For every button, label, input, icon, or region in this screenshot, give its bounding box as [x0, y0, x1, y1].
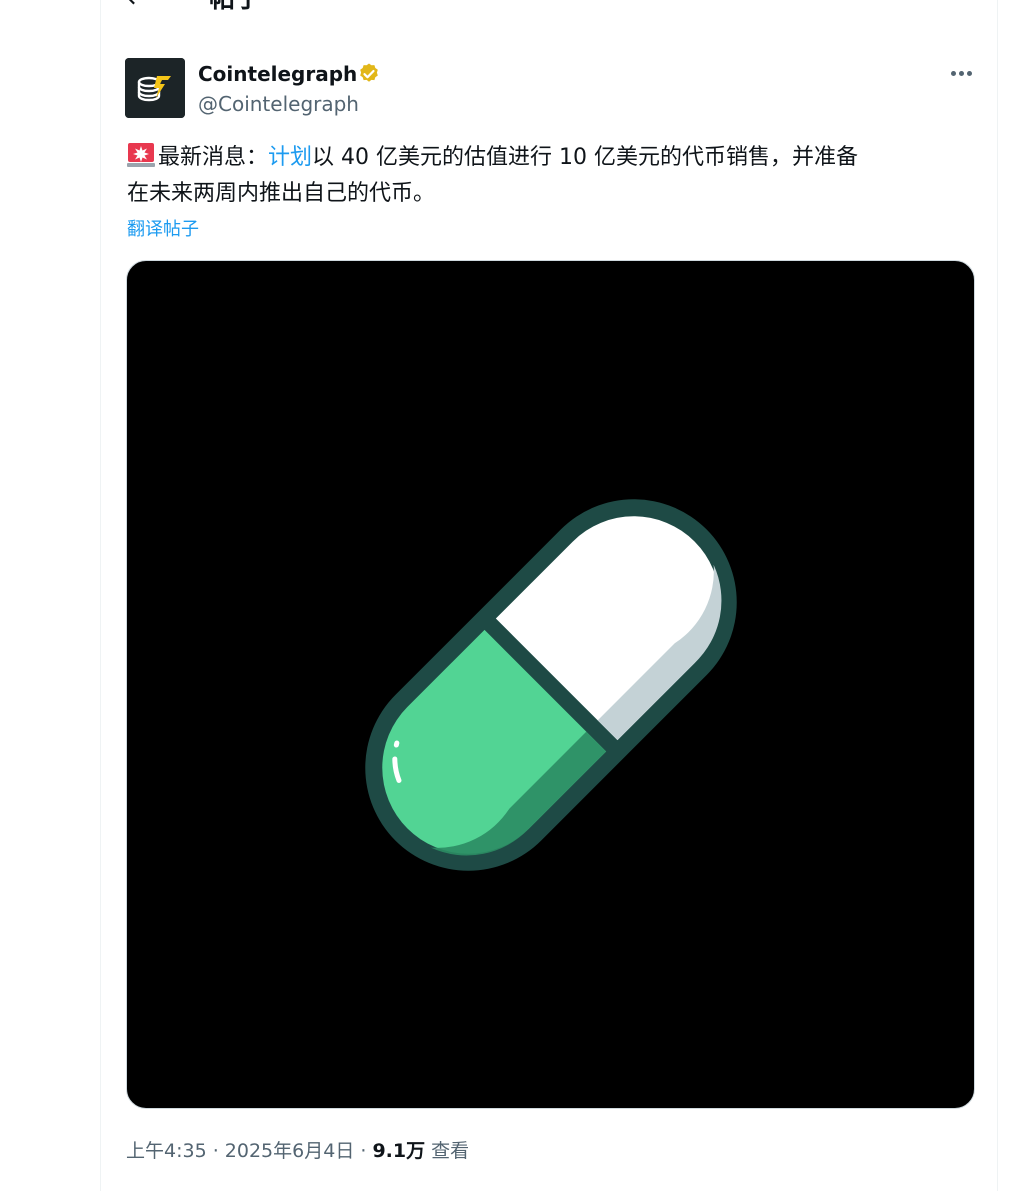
back-arrow-icon[interactable]: ←	[127, 0, 149, 12]
author-handle[interactable]: @Cointelegraph	[198, 90, 359, 118]
tweet-prefix: 最新消息：	[158, 145, 269, 170]
author-avatar[interactable]	[125, 58, 185, 118]
tweet-meta: 上午4:35 · 2025年6月4日 · 9.1万 查看	[126, 1135, 469, 1167]
tweet-media-image[interactable]	[126, 260, 975, 1109]
views-count: 9.1万	[372, 1140, 426, 1162]
tweet-line-2: 在未来两周内推出自己的代币。	[127, 181, 436, 206]
translate-post-link[interactable]: 翻译帖子	[127, 216, 199, 244]
police-light-emoji-icon	[127, 143, 155, 167]
pill-illustration	[365, 499, 737, 871]
more-options-button[interactable]	[941, 58, 981, 88]
more-dots-icon	[951, 71, 956, 76]
plan-link[interactable]: 计划	[268, 145, 312, 170]
author-display-name[interactable]: Cointelegraph	[198, 60, 357, 88]
more-dot	[967, 71, 972, 76]
meta-separator: ·	[354, 1140, 373, 1162]
primary-column: ← 帖子 Cointelegraph @Cointelegraph	[100, 0, 998, 1191]
verified-badge-icon	[360, 63, 378, 82]
meta-separator: ·	[206, 1140, 225, 1162]
tweet-text: 最新消息：计划以 40 亿美元的估值进行 10 亿美元的代币销售，并准备 在未来…	[127, 140, 967, 212]
tweet-date[interactable]: 2025年6月4日	[225, 1140, 355, 1162]
views-label: 查看	[425, 1140, 470, 1162]
tweet-time[interactable]: 上午4:35	[126, 1140, 207, 1162]
page-title: 帖子	[209, 0, 261, 14]
tweet-body: 以 40 亿美元的估值进行 10 亿美元的代币销售，并准备	[312, 145, 858, 170]
cointelegraph-logo-icon	[125, 58, 185, 118]
more-dot	[959, 71, 964, 76]
top-bar: ← 帖子	[101, 0, 997, 20]
tweet-line-1: 最新消息：计划以 40 亿美元的估值进行 10 亿美元的代币销售，并准备	[127, 140, 967, 176]
